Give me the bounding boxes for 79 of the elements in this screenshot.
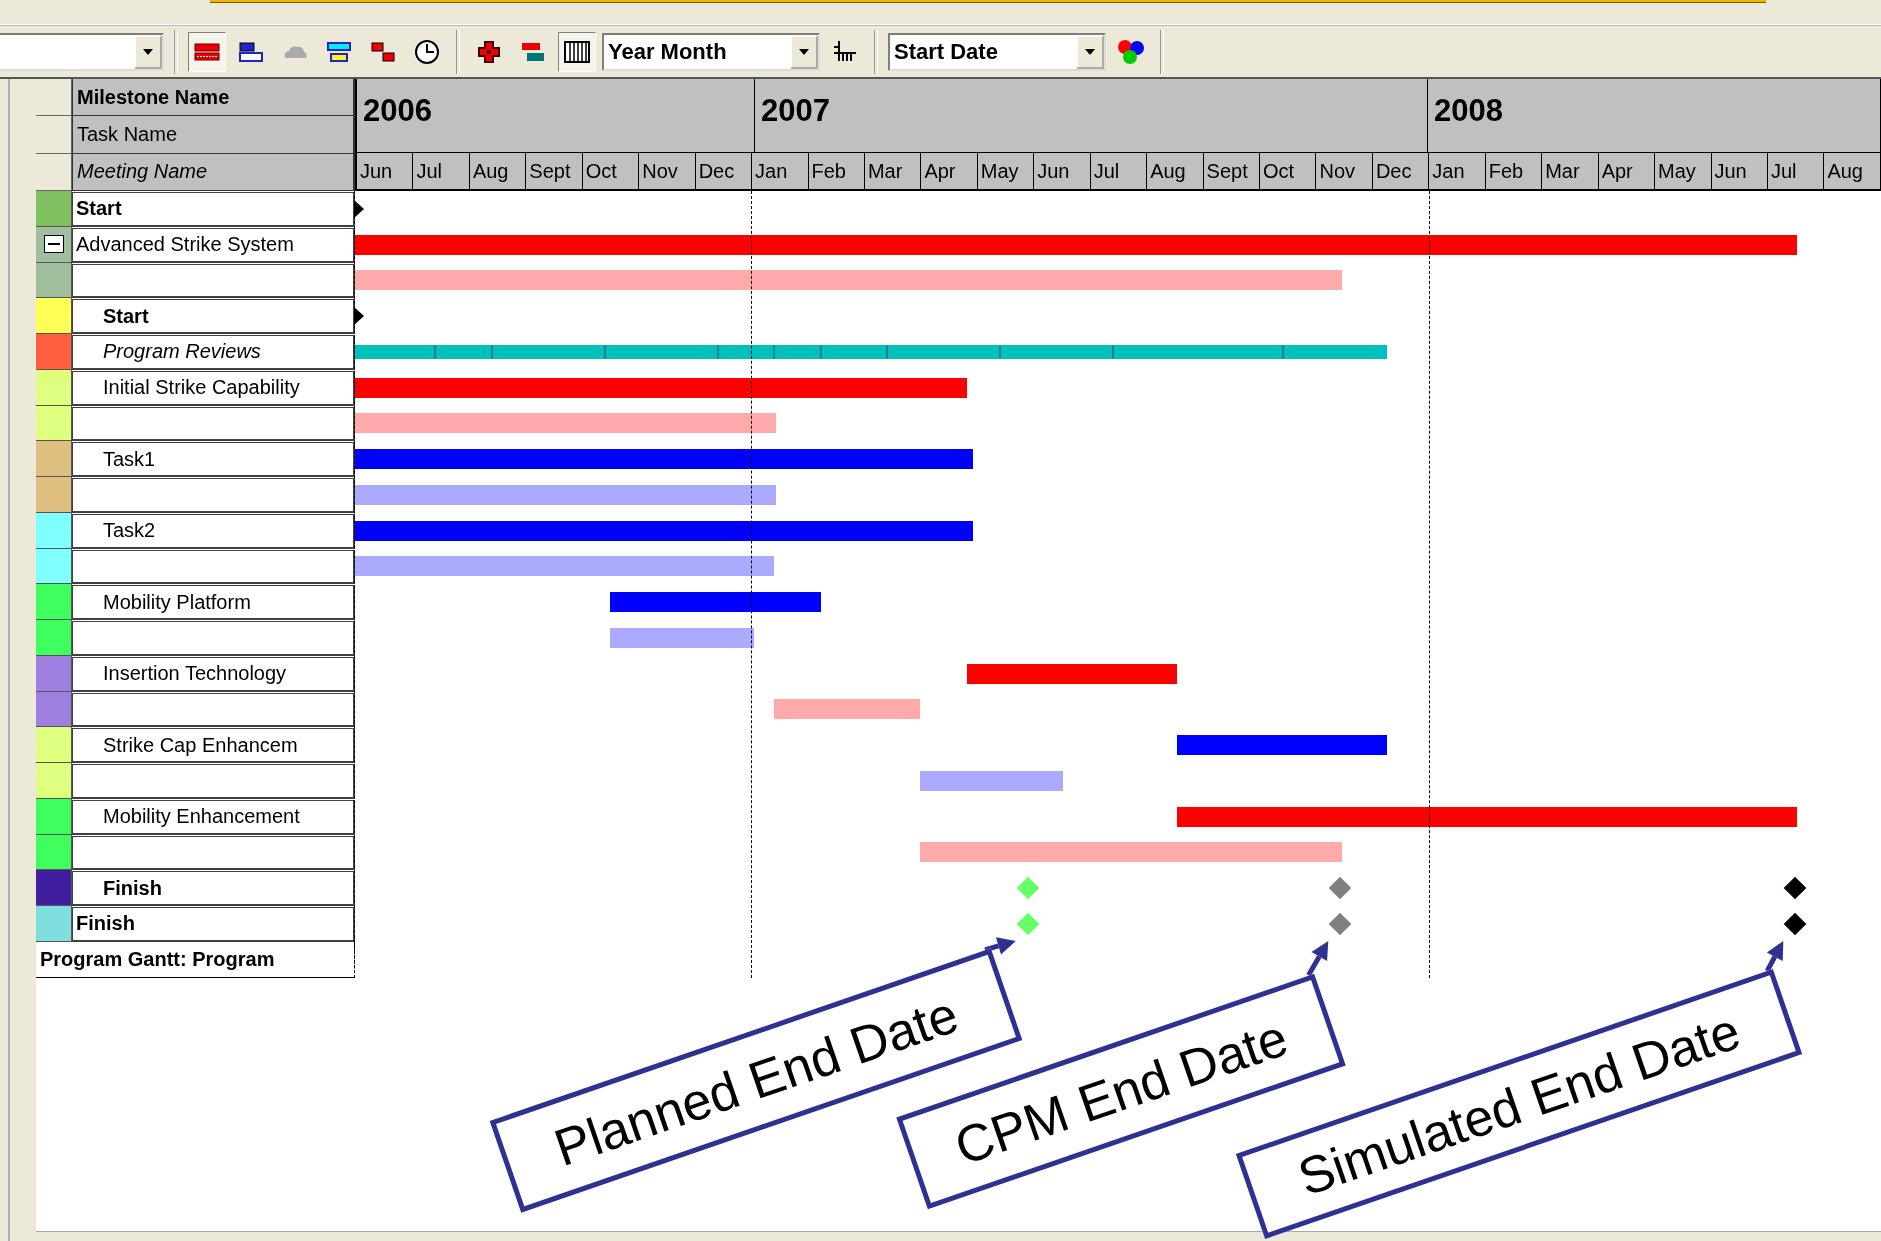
month-header: Dec: [1372, 153, 1430, 191]
meeting-tick: [1112, 344, 1115, 359]
meeting-tick: [603, 344, 606, 359]
row-name-cell[interactable]: Advanced Strike System: [72, 227, 355, 263]
month-header: Feb: [1485, 153, 1543, 191]
month-header: Aug: [469, 153, 527, 191]
column-header[interactable]: Task Name: [72, 116, 355, 154]
toolbar-button[interactable]: [188, 31, 226, 72]
month-header: Oct: [1260, 153, 1317, 191]
dropdown[interactable]: Start Date: [888, 32, 1106, 71]
year-header: 2007: [755, 79, 1428, 153]
scrollbar[interactable]: [36, 1231, 1881, 1241]
month-header: Apr: [921, 153, 978, 191]
month-header: Jan: [1429, 153, 1486, 191]
column-header[interactable]: Milestone Name: [72, 79, 355, 117]
month-header: Sept: [526, 153, 583, 191]
month-header: Dec: [695, 153, 753, 191]
month-header: Jun: [357, 153, 414, 191]
month-header: Feb: [808, 153, 865, 191]
month-header: Apr: [1598, 153, 1656, 191]
month-header: Mar: [864, 153, 922, 191]
bar-chart-icon: [325, 39, 353, 64]
meeting-tick: [773, 344, 776, 359]
dropdown-arrow-icon: [798, 47, 810, 56]
row-header-cell: [36, 116, 72, 154]
color-dots-icon: [1116, 37, 1146, 66]
bar-chart-icon: [369, 39, 397, 64]
row-name-cell[interactable]: Finish: [72, 871, 355, 906]
row-name-cell[interactable]: Task2: [72, 513, 355, 549]
month-header: Jul: [1767, 153, 1825, 191]
pointer-arrow: [984, 937, 1016, 955]
meeting-tick: [886, 344, 889, 359]
row-name-cell[interactable]: Start: [72, 192, 355, 227]
month-header: Jan: [752, 153, 809, 191]
collapse-toggle[interactable]: [43, 235, 64, 254]
month-header: May: [1655, 153, 1712, 191]
year-header: 2008: [1428, 79, 1881, 153]
dropdown[interactable]: Year Month: [602, 32, 820, 71]
dropdown-arrow-icon: [1084, 47, 1096, 56]
month-header: Jul: [1090, 153, 1148, 191]
month-header: Sept: [1203, 153, 1260, 191]
meeting-tick: [490, 344, 493, 359]
row-name-cell[interactable]: Strike Cap Enhancem: [72, 728, 355, 763]
pointer-arrow: [1306, 940, 1329, 977]
month-header: May: [977, 153, 1035, 191]
bar-chart-icon: [237, 39, 265, 64]
row-header-cell: [36, 153, 72, 191]
month-header: Nov: [1316, 153, 1373, 191]
chart-caption: Program Gantt: Program: [36, 941, 355, 978]
plus-icon: [475, 38, 503, 65]
row-name-cell[interactable]: Mobility Platform: [72, 585, 355, 620]
month-header: Nov: [639, 153, 696, 191]
row-name-cell[interactable]: Program Reviews: [72, 335, 355, 370]
meeting-tick: [1282, 344, 1284, 359]
row-name-cell[interactable]: Task1: [72, 442, 355, 477]
column-header[interactable]: Meeting Name: [72, 153, 355, 191]
row-name-cell[interactable]: Mobility Enhancement: [72, 799, 355, 835]
meeting-tick: [820, 344, 823, 359]
clock-icon: [413, 38, 441, 65]
row-name-cell[interactable]: Insertion Technology: [72, 656, 355, 692]
year-header: 2006: [357, 79, 755, 153]
dropdown-arrow-icon: [142, 47, 154, 56]
row-name-cell[interactable]: Start: [72, 299, 355, 334]
columns-icon: [563, 38, 591, 65]
month-header: Aug: [1824, 153, 1881, 191]
month-header: Oct: [582, 153, 640, 191]
month-header: Jun: [1034, 153, 1091, 191]
row-name-cell[interactable]: Finish: [72, 907, 355, 942]
meeting-tick: [716, 344, 719, 359]
month-header: Jun: [1711, 153, 1768, 191]
month-header: Jul: [413, 153, 470, 191]
row-name-cell[interactable]: Initial Strike Capability: [72, 370, 355, 406]
dropdown[interactable]: [0, 32, 164, 71]
pointer-arrow: [1765, 940, 1784, 973]
month-header: Aug: [1147, 153, 1204, 191]
toolbar-button[interactable]: [558, 31, 596, 72]
meeting-tick: [434, 344, 437, 359]
month-header: Mar: [1542, 153, 1599, 191]
meeting-tick: [999, 344, 1002, 359]
